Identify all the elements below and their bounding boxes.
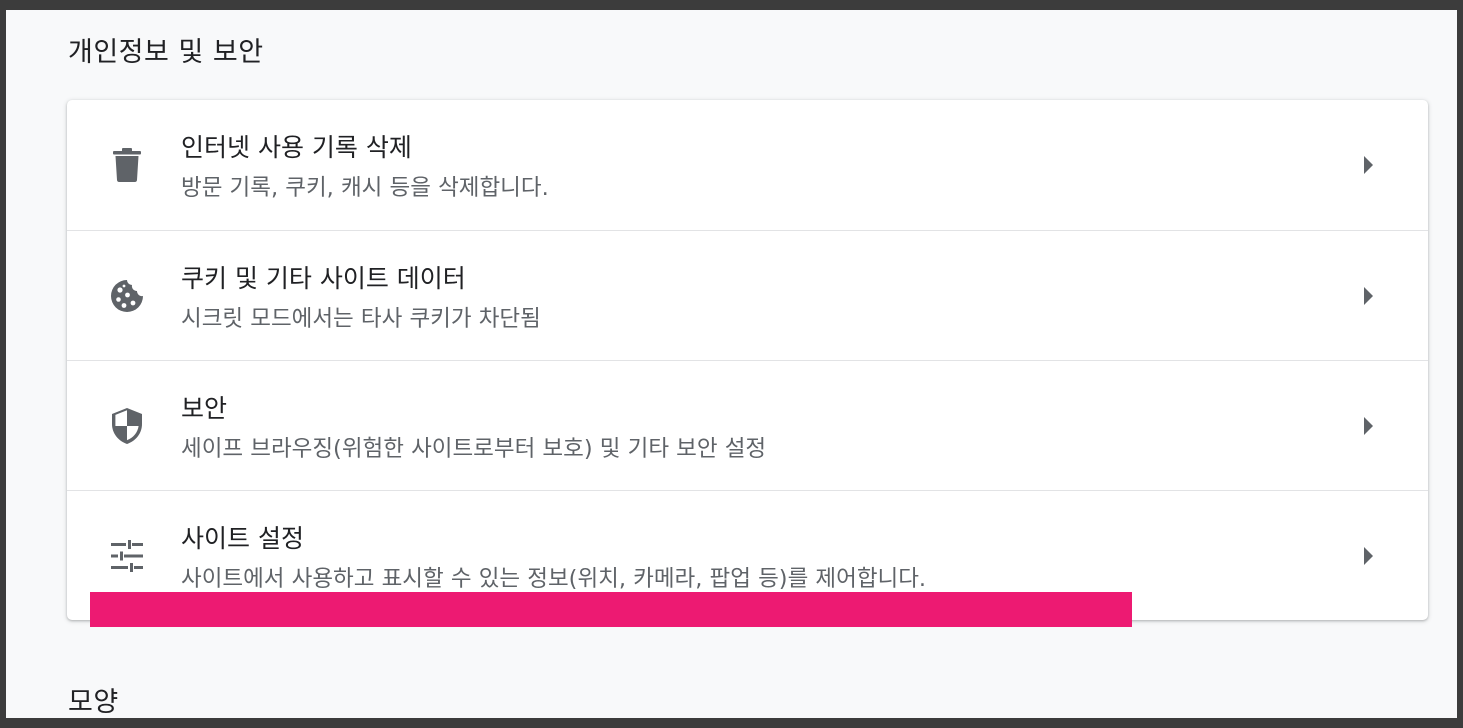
security-row[interactable]: 보안 세이프 브라우징(위험한 사이트로부터 보호) 및 기타 보안 설정 xyxy=(67,360,1428,491)
row-description: 세이프 브라우징(위험한 사이트로부터 보호) 및 기타 보안 설정 xyxy=(181,436,767,462)
row-title: 사이트 설정 xyxy=(181,524,304,553)
shield-icon xyxy=(109,408,145,444)
arrow-right-icon xyxy=(1364,287,1373,305)
arrow-right-icon xyxy=(1364,417,1373,435)
clear-browsing-data-row[interactable]: 인터넷 사용 기록 삭제 방문 기록, 쿠키, 캐시 등을 삭제합니다. xyxy=(67,100,1428,230)
row-description: 방문 기록, 쿠키, 캐시 등을 삭제합니다. xyxy=(181,175,549,201)
cookies-site-data-row[interactable]: 쿠키 및 기타 사이트 데이터 시크릿 모드에서는 타사 쿠키가 차단됨 xyxy=(67,230,1428,361)
highlight-marker xyxy=(90,592,1132,627)
row-title: 쿠키 및 기타 사이트 데이터 xyxy=(181,264,466,293)
row-title: 보안 xyxy=(181,394,228,423)
arrow-right-icon xyxy=(1364,156,1373,174)
row-description: 시크릿 모드에서는 타사 쿠키가 차단됨 xyxy=(181,306,541,332)
trash-icon xyxy=(109,147,145,183)
appearance-section-title: 모양 xyxy=(68,687,119,718)
arrow-right-icon xyxy=(1364,547,1373,565)
privacy-section-title: 개인정보 및 보안 xyxy=(68,37,264,68)
settings-page: 개인정보 및 보안 인터넷 사용 기록 삭제 방문 기록, 쿠키, 캐시 등을 … xyxy=(6,10,1457,718)
row-title: 인터넷 사용 기록 삭제 xyxy=(181,133,412,162)
privacy-settings-card: 인터넷 사용 기록 삭제 방문 기록, 쿠키, 캐시 등을 삭제합니다. 쿠키 … xyxy=(67,100,1428,620)
row-description: 사이트에서 사용하고 표시할 수 있는 정보(위치, 카메라, 팝업 등)를 제… xyxy=(181,566,927,592)
tune-icon xyxy=(109,538,145,574)
cookie-icon xyxy=(109,278,145,314)
